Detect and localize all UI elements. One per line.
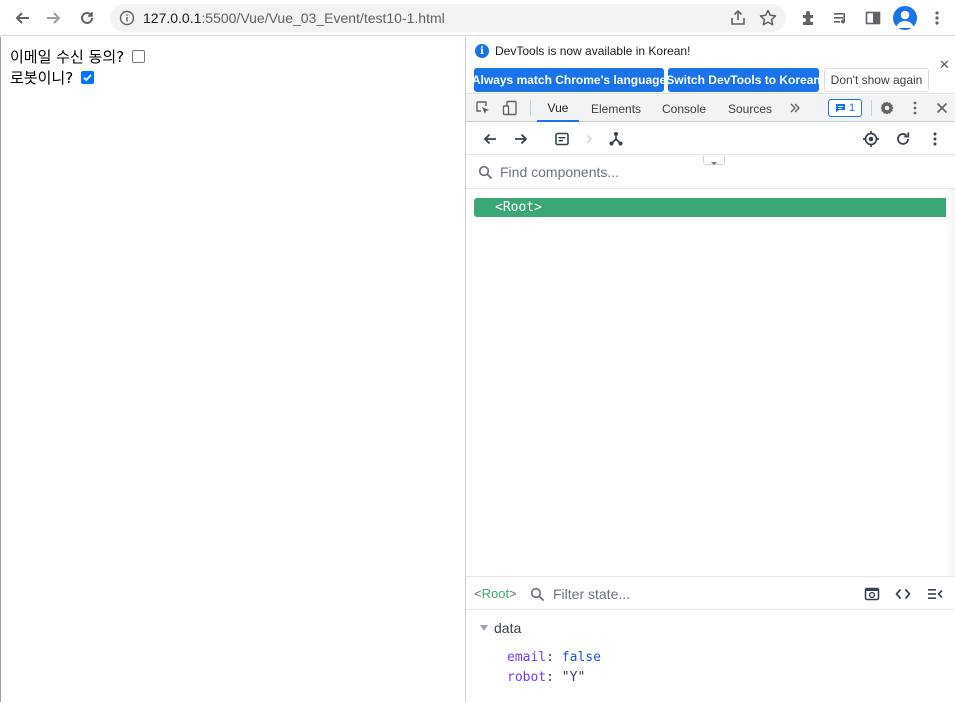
- app-selector-icon[interactable]: [553, 130, 571, 148]
- reload-icon[interactable]: [74, 5, 100, 31]
- state-value[interactable]: false: [562, 650, 601, 665]
- state-panel: data email: false robot: "Y": [466, 611, 955, 702]
- email-consent-label: 이메일 수신 동의?: [10, 48, 125, 66]
- settings-gear-icon[interactable]: [878, 99, 896, 117]
- tab-separator: [871, 100, 872, 116]
- filter-state-input[interactable]: Filter state...: [553, 586, 630, 602]
- selected-component-name: <Root>: [474, 586, 517, 601]
- tree-item-root[interactable]: <Root>: [474, 198, 951, 217]
- search-input[interactable]: Find components...: [500, 164, 619, 180]
- tab-elements[interactable]: Elements: [591, 95, 641, 122]
- close-devtools-icon[interactable]: [933, 99, 951, 117]
- infobar-message: DevTools is now available in Korean!: [495, 44, 691, 58]
- state-key: email: [507, 650, 547, 665]
- page-content: 이메일 수신 동의? 로봇이니?: [0, 37, 465, 702]
- side-panel-icon[interactable]: [860, 5, 886, 31]
- select-component-target-icon[interactable]: [862, 130, 880, 148]
- breadcrumb-chevron-icon: [580, 130, 598, 148]
- robot-checkbox[interactable]: [81, 71, 95, 84]
- state-inspector-bar: <Root> Filter state...: [466, 576, 955, 610]
- chrome-menu-icon[interactable]: [924, 5, 950, 31]
- code-brackets-icon[interactable]: [894, 585, 912, 603]
- chevron-down-icon[interactable]: [703, 156, 725, 165]
- forward-arrow-icon[interactable]: [512, 130, 530, 148]
- dont-show-again-button[interactable]: Don't show again: [824, 68, 929, 92]
- url-path: :5500/Vue/Vue_03_Event/test10-1.html: [201, 10, 445, 26]
- issues-count: 1: [848, 102, 856, 114]
- vue-devtools-toolbar: [466, 123, 955, 155]
- tab-separator: [530, 100, 531, 116]
- state-value[interactable]: "Y": [562, 670, 585, 685]
- switch-korean-button[interactable]: Switch DevTools to Korean: [666, 68, 821, 92]
- component-search[interactable]: Find components...: [466, 156, 955, 189]
- address-bar[interactable]: 127.0.0.1:5500/Vue/Vue_03_Event/test10-1…: [110, 4, 786, 32]
- data-section-label: data: [494, 620, 522, 636]
- tab-console[interactable]: Console: [662, 95, 706, 122]
- url-text: 127.0.0.1:5500/Vue/Vue_03_Event/test10-1…: [143, 10, 445, 26]
- robot-label: 로봇이니?: [10, 69, 74, 87]
- back-arrow-icon[interactable]: [481, 130, 499, 148]
- inspect-element-icon[interactable]: [474, 99, 492, 117]
- bookmark-star-icon[interactable]: [758, 8, 778, 28]
- message-icon: [835, 104, 845, 113]
- share-icon[interactable]: [728, 8, 748, 28]
- scroll-to-component-icon[interactable]: [863, 585, 881, 603]
- devtools-tab-bar: Vue Elements Console Sources 1: [466, 95, 955, 122]
- scrollbar-track[interactable]: [946, 189, 955, 577]
- extensions-puzzle-icon[interactable]: [796, 5, 822, 31]
- tab-sources[interactable]: Sources: [728, 95, 772, 122]
- profile-avatar[interactable]: [893, 6, 917, 30]
- back-icon[interactable]: [9, 5, 35, 31]
- forward-icon[interactable]: [41, 5, 67, 31]
- close-icon[interactable]: ✕: [939, 57, 950, 73]
- robot-row: 로봇이니?: [10, 67, 95, 88]
- browser-toolbar: 127.0.0.1:5500/Vue/Vue_03_Event/test10-1…: [0, 0, 955, 36]
- info-icon: i: [475, 44, 489, 58]
- match-language-button[interactable]: Always match Chrome's language: [472, 68, 666, 92]
- language-infobar: i DevTools is now available in Korean! ✕…: [466, 37, 955, 94]
- site-info-icon[interactable]: [118, 9, 136, 27]
- filter-search-icon: [530, 587, 545, 605]
- issues-badge[interactable]: 1: [828, 99, 862, 117]
- url-host: 127.0.0.1: [143, 10, 202, 26]
- state-row-robot[interactable]: robot: "Y": [507, 670, 585, 685]
- device-toolbar-icon[interactable]: [501, 99, 519, 117]
- search-icon: [478, 165, 493, 183]
- state-key: robot: [507, 670, 547, 685]
- vue-menu-icon[interactable]: [926, 130, 944, 148]
- email-consent-row: 이메일 수신 동의?: [10, 46, 146, 67]
- tab-vue[interactable]: Vue: [537, 95, 579, 122]
- component-tree-icon[interactable]: [607, 130, 625, 148]
- state-row-email[interactable]: email: false: [507, 650, 601, 665]
- devtools-panel: i DevTools is now available in Korean! ✕…: [465, 37, 955, 702]
- collapse-panel-icon[interactable]: [926, 585, 944, 603]
- data-section-header[interactable]: data: [480, 620, 521, 636]
- media-queue-icon[interactable]: [828, 5, 854, 31]
- refresh-icon[interactable]: [894, 130, 912, 148]
- email-consent-checkbox[interactable]: [132, 50, 146, 63]
- expand-triangle-icon: [480, 625, 488, 631]
- checkmark-icon: [83, 74, 92, 82]
- devtools-menu-icon[interactable]: [906, 99, 924, 117]
- more-tabs-chevron-icon[interactable]: [786, 99, 804, 117]
